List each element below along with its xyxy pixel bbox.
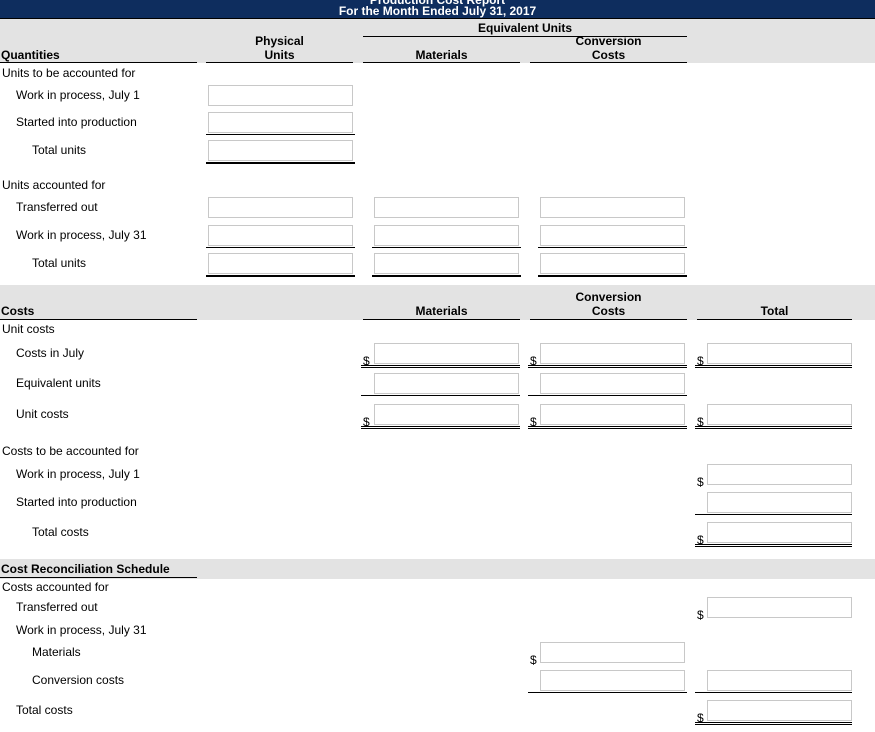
subtotal-rule-costs-to-be-accounted — [695, 514, 852, 515]
eu-materials-header-rule — [363, 62, 520, 63]
column-header-costs-materials: Materials — [415, 304, 468, 318]
rule-costs-in-july-materials — [361, 365, 520, 368]
subtotal-rule-units-accounted-conversion — [538, 247, 687, 248]
column-header-costs: Costs — [1, 304, 35, 318]
costs-conversion-header-rule — [530, 319, 687, 320]
input-transferred-out-cost-total[interactable] — [707, 597, 852, 618]
label-unit-costs-group: Unit costs — [2, 322, 55, 336]
total-rule-costs-to-be-accounted — [695, 544, 852, 547]
label-units-accounted-for: Units accounted for — [2, 178, 106, 192]
cost-reconciliation-title-rule — [0, 577, 197, 578]
total-rule-units-to-be-accounted — [206, 162, 355, 164]
report-title-line-2: For the Month Ended July 31, 2017 — [338, 4, 537, 18]
column-header-eu-conversion-line1: Conversion — [575, 34, 642, 48]
input-transferred-out-physical-units[interactable] — [208, 197, 353, 218]
input-total-units-accounted-conversion[interactable] — [540, 253, 685, 274]
subtotal-rule-wip-conversion-total — [695, 692, 852, 693]
column-group-header-equivalent-units: Equivalent Units — [477, 21, 572, 35]
input-costs-in-july-conversion[interactable] — [540, 343, 685, 364]
total-rule-units-accounted-conversion — [538, 275, 687, 277]
input-wip-materials-cost[interactable] — [540, 642, 685, 663]
rule-unit-costs-conversion — [528, 426, 687, 429]
rule-costs-in-july-conversion — [528, 365, 687, 368]
eu-conversion-header-rule — [530, 62, 687, 63]
label-total-units-to-be-accounted: Total units — [32, 143, 87, 157]
column-header-costs-conversion-line2: Costs — [591, 304, 626, 318]
input-transferred-out-eu-conversion[interactable] — [540, 197, 685, 218]
physical-units-header-rule — [206, 62, 353, 63]
input-wip-july31-eu-materials[interactable] — [374, 225, 519, 246]
input-unit-costs-conversion[interactable] — [540, 404, 685, 425]
production-cost-report-worksheet: Production Cost Report For the Month End… — [0, 0, 875, 732]
input-costs-in-july-total[interactable] — [707, 343, 852, 364]
currency-symbol-wip-materials: $ — [530, 653, 537, 667]
column-header-costs-total: Total — [760, 304, 789, 318]
section-title-cost-reconciliation-schedule: Cost Reconciliation Schedule — [1, 562, 170, 576]
quantities-header-rule — [0, 62, 197, 63]
column-header-quantities: Quantities — [1, 48, 60, 62]
currency-symbol-wip-july1-total: $ — [697, 475, 704, 489]
input-wip-july31-eu-conversion[interactable] — [540, 225, 685, 246]
input-wip-july1-cost-total[interactable] — [707, 464, 852, 485]
input-wip-conversion-cost-total[interactable] — [707, 670, 852, 691]
input-unit-costs-materials[interactable] — [374, 404, 519, 425]
input-total-units-to-be-accounted-physical[interactable] — [208, 140, 353, 161]
label-equivalent-units-costs: Equivalent units — [16, 376, 101, 390]
costs-total-header-rule — [697, 319, 852, 320]
column-header-eu-materials: Materials — [415, 48, 468, 62]
costs-materials-header-rule — [363, 319, 520, 320]
label-costs-accounted-for: Costs accounted for — [2, 580, 109, 594]
label-started-into-production-costs: Started into production — [16, 495, 137, 509]
input-wip-july31-physical-units[interactable] — [208, 225, 353, 246]
input-total-units-accounted-materials[interactable] — [374, 253, 519, 274]
input-equivalent-units-conversion[interactable] — [540, 373, 685, 394]
label-wip-materials: Materials — [32, 645, 81, 659]
input-wip-july1-physical-units[interactable] — [208, 85, 353, 106]
input-equivalent-units-materials[interactable] — [374, 373, 519, 394]
input-costs-in-july-materials[interactable] — [374, 343, 519, 364]
rule-equivalent-units-materials — [361, 395, 520, 396]
input-total-costs-accounted[interactable] — [707, 700, 852, 721]
label-wip-july-31-costs: Work in process, July 31 — [16, 623, 147, 637]
total-rule-costs-accounted — [695, 722, 852, 725]
input-wip-conversion-cost[interactable] — [540, 670, 685, 691]
rule-equivalent-units-conversion — [528, 395, 687, 396]
currency-symbol-transferred-out-total: $ — [697, 608, 704, 622]
label-wip-july-31-units: Work in process, July 31 — [16, 228, 147, 242]
label-transferred-out-units: Transferred out — [16, 200, 98, 214]
column-header-costs-conversion-line1: Conversion — [575, 290, 642, 304]
column-header-eu-conversion-line2: Costs — [591, 48, 626, 62]
costs-header-rule — [0, 319, 197, 320]
total-rule-units-accounted-physical — [206, 275, 355, 277]
label-transferred-out-costs: Transferred out — [16, 600, 98, 614]
label-total-costs-accounted: Total costs — [16, 703, 73, 717]
input-unit-costs-total[interactable] — [707, 404, 852, 425]
label-costs-in-july: Costs in July — [16, 346, 85, 360]
rule-costs-in-july-total — [695, 365, 852, 368]
label-total-units-accounted: Total units — [32, 256, 87, 270]
report-title-band: Production Cost Report For the Month End… — [0, 0, 875, 19]
input-total-units-accounted-physical[interactable] — [208, 253, 353, 274]
input-started-into-production-cost-total[interactable] — [707, 492, 852, 513]
label-started-into-production-units: Started into production — [16, 115, 137, 129]
input-total-costs-to-be-accounted[interactable] — [707, 522, 852, 543]
column-header-physical-units-line2: Units — [264, 48, 295, 62]
input-started-into-production-physical-units[interactable] — [208, 112, 353, 133]
subtotal-rule-wip-conversion — [528, 692, 687, 693]
total-rule-units-accounted-materials — [372, 275, 521, 277]
column-header-physical-units-line1: Physical — [255, 34, 304, 48]
rule-unit-costs-materials — [361, 426, 520, 429]
label-costs-to-be-accounted-for: Costs to be accounted for — [2, 444, 139, 458]
subtotal-rule-units-accounted-materials — [372, 247, 521, 248]
label-wip-conversion-costs: Conversion costs — [32, 673, 125, 687]
label-wip-july-1-costs: Work in process, July 1 — [16, 467, 140, 481]
subtotal-rule-units-accounted-physical — [206, 247, 355, 248]
label-total-costs-to-be-accounted: Total costs — [32, 525, 89, 539]
label-unit-costs-row: Unit costs — [16, 407, 69, 421]
subtotal-rule-units-to-be-accounted — [206, 134, 355, 135]
input-transferred-out-eu-materials[interactable] — [374, 197, 519, 218]
rule-unit-costs-total — [695, 426, 852, 429]
label-wip-july-1-units: Work in process, July 1 — [16, 88, 140, 102]
label-units-to-be-accounted-for: Units to be accounted for — [2, 66, 136, 80]
